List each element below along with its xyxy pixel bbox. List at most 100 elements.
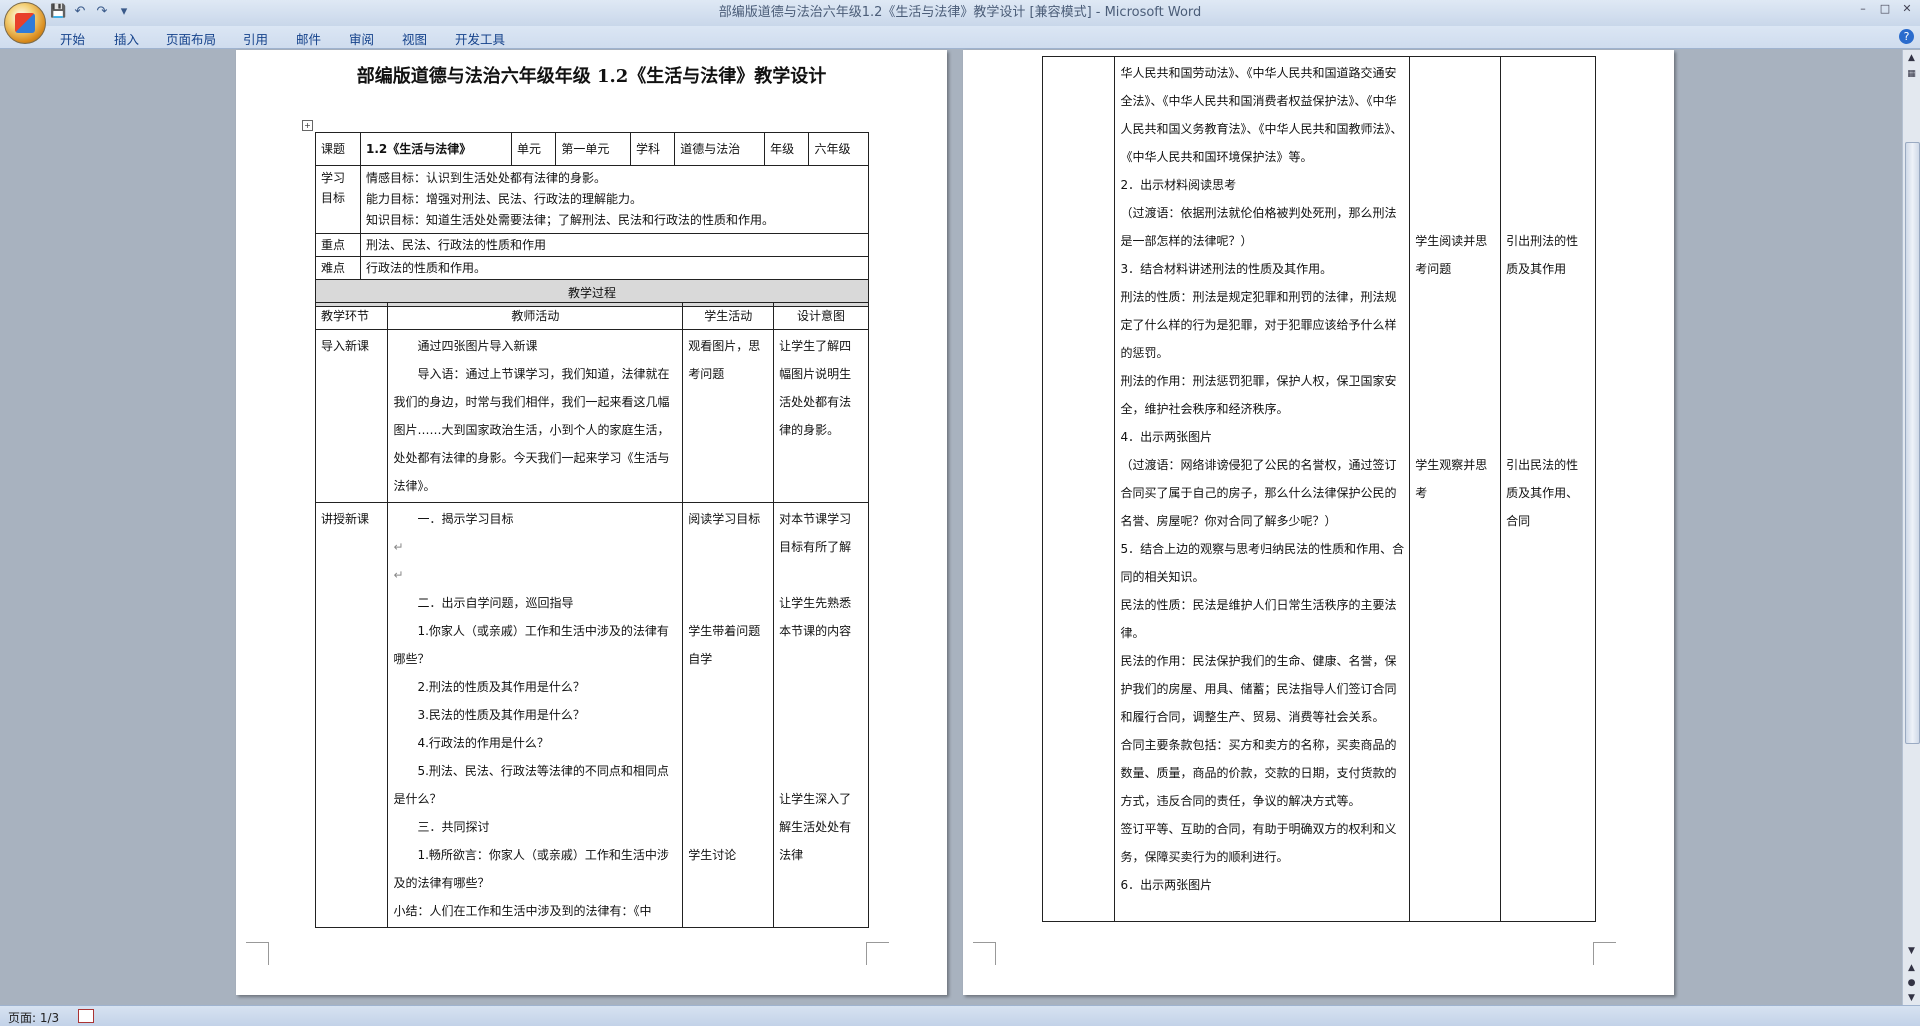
page2-line: 民法的性质：民法是维护人们日常生活秩序的主要法律。: [1120, 598, 1397, 640]
tab-home[interactable]: 开始: [60, 29, 85, 48]
help-icon[interactable]: ?: [1899, 29, 1914, 44]
lecture-line: 2.刑法的性质及其作用是什么？: [417, 680, 585, 694]
lecture-line: 二．出示自学问题，巡回指导: [417, 596, 574, 610]
lecture-line: 5.刑法、民法、行政法等法律的不同点和相同点是什么？: [393, 764, 669, 806]
key-label: 重点: [315, 233, 361, 257]
unit-value: 第一单元: [555, 132, 631, 166]
intent-line: 让学生深入了解生活处处有法律: [779, 792, 852, 862]
lecture-line: ↵: [393, 540, 404, 554]
page-count[interactable]: 页面: 1/3: [8, 1009, 59, 1026]
document-page-1[interactable]: 部编版道德与法治六年级年级 1.2《生活与法律》教学设计 + 课题 1.2《生活…: [236, 50, 947, 995]
header-intent: 设计意图: [773, 302, 869, 330]
page2-line: 签订平等、互助的合同，有助于明确双方的权利和义务，保障买卖行为的顺利进行。: [1120, 822, 1397, 864]
document-page-2[interactable]: 华人民共和国劳动法》、《中华人民共和国道路交通安全法》、《中华人民共和国消费者权…: [963, 50, 1674, 995]
close-icon[interactable]: ✕: [1898, 2, 1916, 16]
lecture-line: 1.畅所欲言：你家人（或亲戚）工作和生活中涉及的法律有哪些？: [393, 848, 669, 890]
lecture-stage: 讲授新课: [314, 502, 389, 928]
page2-line: 华人民共和国劳动法》、《中华人民共和国道路交通安全法》、《中华人民共和国消费者权…: [1120, 66, 1403, 164]
office-logo-icon: [15, 13, 35, 33]
grade-value: 六年级: [808, 132, 869, 166]
page2-line: 5．结合上边的观察与思考归纳民法的性质和作用、合同的相关知识。: [1120, 542, 1405, 584]
key-value: 刑法、民法、行政法的性质和作用: [360, 233, 869, 257]
tab-view[interactable]: 视图: [402, 29, 427, 48]
save-icon[interactable]: 💾: [50, 4, 66, 20]
lecture-student: 阅读学习目标 学生带着问题自学 学生讨论: [682, 502, 775, 928]
status-bar: 页面: 1/3: [0, 1005, 1920, 1026]
page2-teacher: 华人民共和国劳动法》、《中华人民共和国道路交通安全法》、《中华人民共和国消费者权…: [1114, 56, 1411, 922]
proofing-icon[interactable]: [78, 1009, 94, 1023]
tab-references[interactable]: 引用: [243, 29, 268, 48]
quick-access-toolbar: 💾 ↶ ↷ ▾: [50, 4, 132, 20]
table-row: 讲授新课 一．揭示学习目标 ↵ ↵ 二．出示自学问题，巡回指导 1.你家人（或亲…: [314, 502, 869, 928]
undo-icon[interactable]: ↶: [72, 4, 88, 20]
page2-line: 刑法的性质：刑法是规定犯罪和刑罚的法律，刑法规定了什么样的行为是犯罪，对于犯罪应…: [1120, 290, 1397, 360]
crop-mark: [973, 942, 996, 965]
intent-line: 引出民法的性质及其作用、合同: [1506, 458, 1579, 528]
scroll-down-icon[interactable]: ▼: [1905, 945, 1918, 958]
select-browse-object-icon[interactable]: ●: [1905, 977, 1918, 990]
page2-line: 6．出示两张图片: [1120, 878, 1213, 892]
minimize-icon[interactable]: –: [1854, 2, 1872, 16]
office-button[interactable]: [4, 2, 46, 44]
lecture-line: 3.民法的性质及其作用是什么？: [417, 708, 585, 722]
tab-review[interactable]: 审阅: [349, 29, 374, 48]
info-table: 课题 1.2《生活与法律》 单元 第一单元 学科 道德与法治 年级 六年级 学习…: [315, 132, 869, 307]
tab-page-layout[interactable]: 页面布局: [166, 29, 216, 48]
difficulty-value: 行政法的性质和作用。: [360, 256, 869, 280]
student-line: 学生带着问题自学: [688, 624, 761, 666]
previous-page-icon[interactable]: ▲: [1905, 962, 1918, 975]
stage-cell: [1041, 56, 1116, 922]
page2-line: 2．出示材料阅读思考: [1120, 178, 1237, 192]
ruler-toggle-icon[interactable]: ▦: [1905, 68, 1918, 81]
process-table-continued: 华人民共和国劳动法》、《中华人民共和国道路交通安全法》、《中华人民共和国消费者权…: [1041, 56, 1596, 922]
topic-label: 课题: [315, 132, 361, 166]
goal-item: 能力目标：增强对刑法、民法、行政法的理解能力。: [366, 192, 643, 206]
goal-item: 知识目标：知道生活处处需要法律；了解刑法、民法和行政法的性质和作用。: [366, 213, 775, 227]
student-line: 阅读学习目标: [688, 512, 761, 526]
intro-intent: 让学生了解四幅图片说明生活处处都有法律的身影。: [773, 329, 869, 503]
header-stage: 教学环节: [314, 302, 389, 330]
intro-teacher-line: 导入语：通过上节课学习，我们知道，法律就在我们的身边，时常与我们相伴，我们一起来…: [393, 367, 670, 493]
next-page-icon[interactable]: ▼: [1905, 992, 1918, 1005]
table-row: 华人民共和国劳动法》、《中华人民共和国道路交通安全法》、《中华人民共和国消费者权…: [1041, 56, 1596, 922]
ribbon-tabs: 开始 插入 页面布局 引用 邮件 审阅 视图 开发工具 ?: [0, 26, 1920, 49]
maximize-icon[interactable]: □: [1876, 2, 1894, 16]
intro-stage: 导入新课: [314, 329, 389, 503]
page2-line: 民法的作用：民法保护我们的生命、健康、名誉，保护我们的房屋、用具、储蓄；民法指导…: [1120, 654, 1397, 724]
unit-label: 单元: [510, 132, 557, 166]
goals-cell: 情感目标：认识到生活处处都有法律的身影。 能力目标：增强对刑法、民法、行政法的理…: [360, 165, 869, 234]
lecture-line: ↵: [393, 568, 404, 582]
tab-mailings[interactable]: 邮件: [296, 29, 321, 48]
student-line: 学生观察并思考: [1415, 458, 1488, 500]
header-teacher: 教师活动: [387, 302, 684, 330]
page2-line: 刑法的作用：刑法惩罚犯罪，保护人权，保卫国家安全，维护社会秩序和经济秩序。: [1120, 374, 1397, 416]
vertical-scrollbar[interactable]: ▲ ▦ ▼ ▲ ● ▼: [1902, 50, 1920, 1005]
scroll-up-icon[interactable]: ▲: [1905, 52, 1918, 65]
page2-student: 学生阅读并思考问题 学生观察并思考: [1409, 56, 1502, 922]
lecture-intent: 对本节课学习目标有所了解 让学生先熟悉本节课的内容 让学生深入了解生活处处有法律: [773, 502, 869, 928]
scroll-thumb[interactable]: [1905, 142, 1920, 744]
page2-intent: 引出刑法的性质及其作用 引出民法的性质及其作用、合同: [1500, 56, 1596, 922]
tab-developer[interactable]: 开发工具: [455, 29, 505, 48]
redo-icon[interactable]: ↷: [94, 4, 110, 20]
header-student: 学生活动: [682, 302, 775, 330]
document-heading: 部编版道德与法治六年级年级 1.2《生活与法律》教学设计: [356, 66, 827, 87]
intro-teacher: 通过四张图片导入新课 导入语：通过上节课学习，我们知道，法律就在我们的身边，时常…: [387, 329, 684, 503]
table-move-handle-icon[interactable]: +: [302, 120, 313, 131]
page2-line: 4．出示两张图片: [1120, 430, 1213, 444]
page2-line: （过渡语：网络诽谤侵犯了公民的名誉权，通过签订合同买了属于自己的房子，那么什么法…: [1120, 458, 1397, 528]
lecture-line: 1.你家人（或亲戚）工作和生活中涉及的法律有哪些？: [393, 624, 669, 666]
lecture-line: 一．揭示学习目标: [417, 512, 514, 526]
subject-value: 道德与法治: [674, 132, 766, 166]
dropdown-icon[interactable]: ▾: [116, 4, 132, 20]
intent-line: 引出刑法的性质及其作用: [1506, 234, 1579, 276]
page2-line: 合同主要条款包括：买方和卖方的名称，买卖商品的数量、质量，商品的价款，交款的日期…: [1120, 738, 1397, 808]
page2-line: （过渡语：依据刑法就伦伯格被判处死刑，那么刑法是一部怎样的法律呢？）: [1120, 206, 1397, 248]
tab-insert[interactable]: 插入: [114, 29, 139, 48]
